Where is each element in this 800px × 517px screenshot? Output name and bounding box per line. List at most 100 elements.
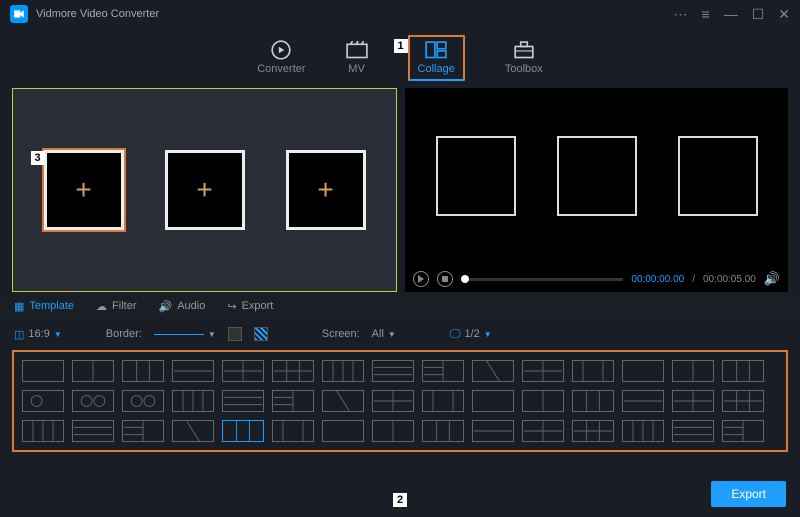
menu-icon[interactable]: ≡ bbox=[702, 6, 710, 22]
template-cell[interactable] bbox=[272, 360, 314, 382]
collage-icon bbox=[425, 41, 447, 59]
preview-slot bbox=[557, 136, 637, 216]
template-cell[interactable] bbox=[422, 390, 464, 412]
add-icon: + bbox=[75, 174, 91, 206]
template-cell[interactable] bbox=[472, 390, 514, 412]
template-cell[interactable] bbox=[122, 360, 164, 382]
template-cell[interactable] bbox=[172, 390, 214, 412]
border-style-select[interactable]: ▼ bbox=[154, 330, 216, 339]
template-cell[interactable] bbox=[572, 420, 614, 442]
preview-panel: 00:00:00.00/00:00:05.00 🔊 bbox=[405, 88, 788, 292]
border-pattern-picker[interactable] bbox=[254, 327, 268, 341]
converter-icon bbox=[270, 41, 292, 59]
template-cell[interactable] bbox=[622, 420, 664, 442]
template-cell[interactable] bbox=[222, 420, 264, 442]
template-cell[interactable] bbox=[522, 360, 564, 382]
template-cell[interactable] bbox=[322, 360, 364, 382]
template-cell[interactable] bbox=[572, 390, 614, 412]
time-current: 00:00:00.00 bbox=[631, 274, 684, 285]
tab-export[interactable]: ↪ Export bbox=[227, 300, 273, 313]
template-cell[interactable] bbox=[322, 420, 364, 442]
template-cell[interactable] bbox=[572, 360, 614, 382]
nav-mv[interactable]: MV bbox=[346, 41, 368, 75]
app-logo bbox=[10, 5, 28, 23]
volume-icon[interactable]: 🔊 bbox=[764, 271, 780, 287]
template-cell[interactable] bbox=[722, 360, 764, 382]
feedback-icon[interactable]: ⋯ bbox=[674, 6, 688, 23]
filter-icon: ☁ bbox=[96, 300, 107, 313]
template-cell[interactable] bbox=[122, 390, 164, 412]
template-cell[interactable] bbox=[22, 390, 64, 412]
template-cell[interactable] bbox=[72, 390, 114, 412]
template-cell[interactable] bbox=[222, 390, 264, 412]
collage-edit-panel: 3 + + + bbox=[12, 88, 397, 292]
tab-audio[interactable]: 🔊Audio bbox=[159, 300, 206, 313]
collage-slot-3[interactable]: + bbox=[286, 150, 366, 230]
template-cell[interactable] bbox=[472, 360, 514, 382]
nav-toolbox[interactable]: Toolbox bbox=[505, 41, 543, 75]
nav-mv-label: MV bbox=[348, 63, 365, 75]
callout-1: 1 bbox=[394, 39, 408, 53]
template-cell[interactable] bbox=[522, 420, 564, 442]
template-cell[interactable] bbox=[722, 420, 764, 442]
template-cell[interactable] bbox=[22, 360, 64, 382]
app-title: Vidmore Video Converter bbox=[36, 8, 159, 20]
template-cell[interactable] bbox=[172, 360, 214, 382]
template-cell[interactable] bbox=[72, 360, 114, 382]
border-label: Border: bbox=[106, 328, 142, 340]
collage-slot-2[interactable]: + bbox=[165, 150, 245, 230]
export-button[interactable]: Export bbox=[711, 481, 786, 507]
play-button[interactable] bbox=[413, 271, 429, 287]
nav-converter[interactable]: Converter bbox=[257, 41, 305, 75]
minimize-icon[interactable]: — bbox=[724, 6, 738, 22]
preview-page-select[interactable]: 🖵1/2▼ bbox=[450, 328, 492, 341]
export-icon: ↪ bbox=[227, 300, 236, 313]
stop-button[interactable] bbox=[437, 271, 453, 287]
page-value: 1/2 bbox=[464, 328, 479, 340]
border-color-picker[interactable] bbox=[228, 327, 242, 341]
template-cell[interactable] bbox=[672, 390, 714, 412]
template-cell[interactable] bbox=[622, 390, 664, 412]
template-cell[interactable] bbox=[622, 360, 664, 382]
template-cell[interactable] bbox=[522, 390, 564, 412]
ratio-icon: ◫ bbox=[14, 328, 24, 341]
close-icon[interactable]: ✕ bbox=[778, 6, 790, 23]
seek-track[interactable] bbox=[461, 278, 623, 281]
template-cell[interactable] bbox=[272, 390, 314, 412]
time-sep: / bbox=[692, 274, 695, 285]
template-cell[interactable] bbox=[72, 420, 114, 442]
tab-filter[interactable]: ☁ Filter bbox=[96, 300, 136, 313]
tab-template[interactable]: ▦Template bbox=[14, 300, 74, 313]
tab-filter-label: Filter bbox=[112, 300, 136, 312]
tab-template-label: Template bbox=[29, 300, 74, 312]
preview-slot bbox=[436, 136, 516, 216]
template-cell[interactable] bbox=[322, 390, 364, 412]
template-cell[interactable] bbox=[272, 420, 314, 442]
template-cell[interactable] bbox=[672, 360, 714, 382]
maximize-icon[interactable]: ☐ bbox=[752, 6, 765, 23]
add-icon: + bbox=[196, 174, 212, 206]
template-cell[interactable] bbox=[172, 420, 214, 442]
template-cell[interactable] bbox=[372, 360, 414, 382]
template-cell[interactable] bbox=[222, 360, 264, 382]
template-cell[interactable] bbox=[372, 420, 414, 442]
nav-collage[interactable]: 1 Collage bbox=[408, 35, 465, 81]
template-cell[interactable] bbox=[122, 420, 164, 442]
ratio-value: 16:9 bbox=[28, 328, 49, 340]
tab-export-label: Export bbox=[242, 300, 274, 312]
audio-icon: 🔊 bbox=[159, 300, 173, 313]
template-cell[interactable] bbox=[22, 420, 64, 442]
monitor-icon: 🖵 bbox=[450, 328, 461, 341]
add-icon: + bbox=[317, 174, 333, 206]
template-cell[interactable] bbox=[372, 390, 414, 412]
template-cell[interactable] bbox=[422, 420, 464, 442]
aspect-ratio-select[interactable]: ◫16:9▼ bbox=[14, 328, 62, 341]
template-cell[interactable] bbox=[422, 360, 464, 382]
screen-select[interactable]: All▼ bbox=[372, 328, 396, 340]
collage-slot-1[interactable]: 3 + bbox=[44, 150, 124, 230]
template-cell[interactable] bbox=[672, 420, 714, 442]
toolbox-icon bbox=[513, 41, 535, 59]
template-cell[interactable] bbox=[472, 420, 514, 442]
template-cell[interactable] bbox=[722, 390, 764, 412]
seek-thumb[interactable] bbox=[461, 275, 469, 283]
